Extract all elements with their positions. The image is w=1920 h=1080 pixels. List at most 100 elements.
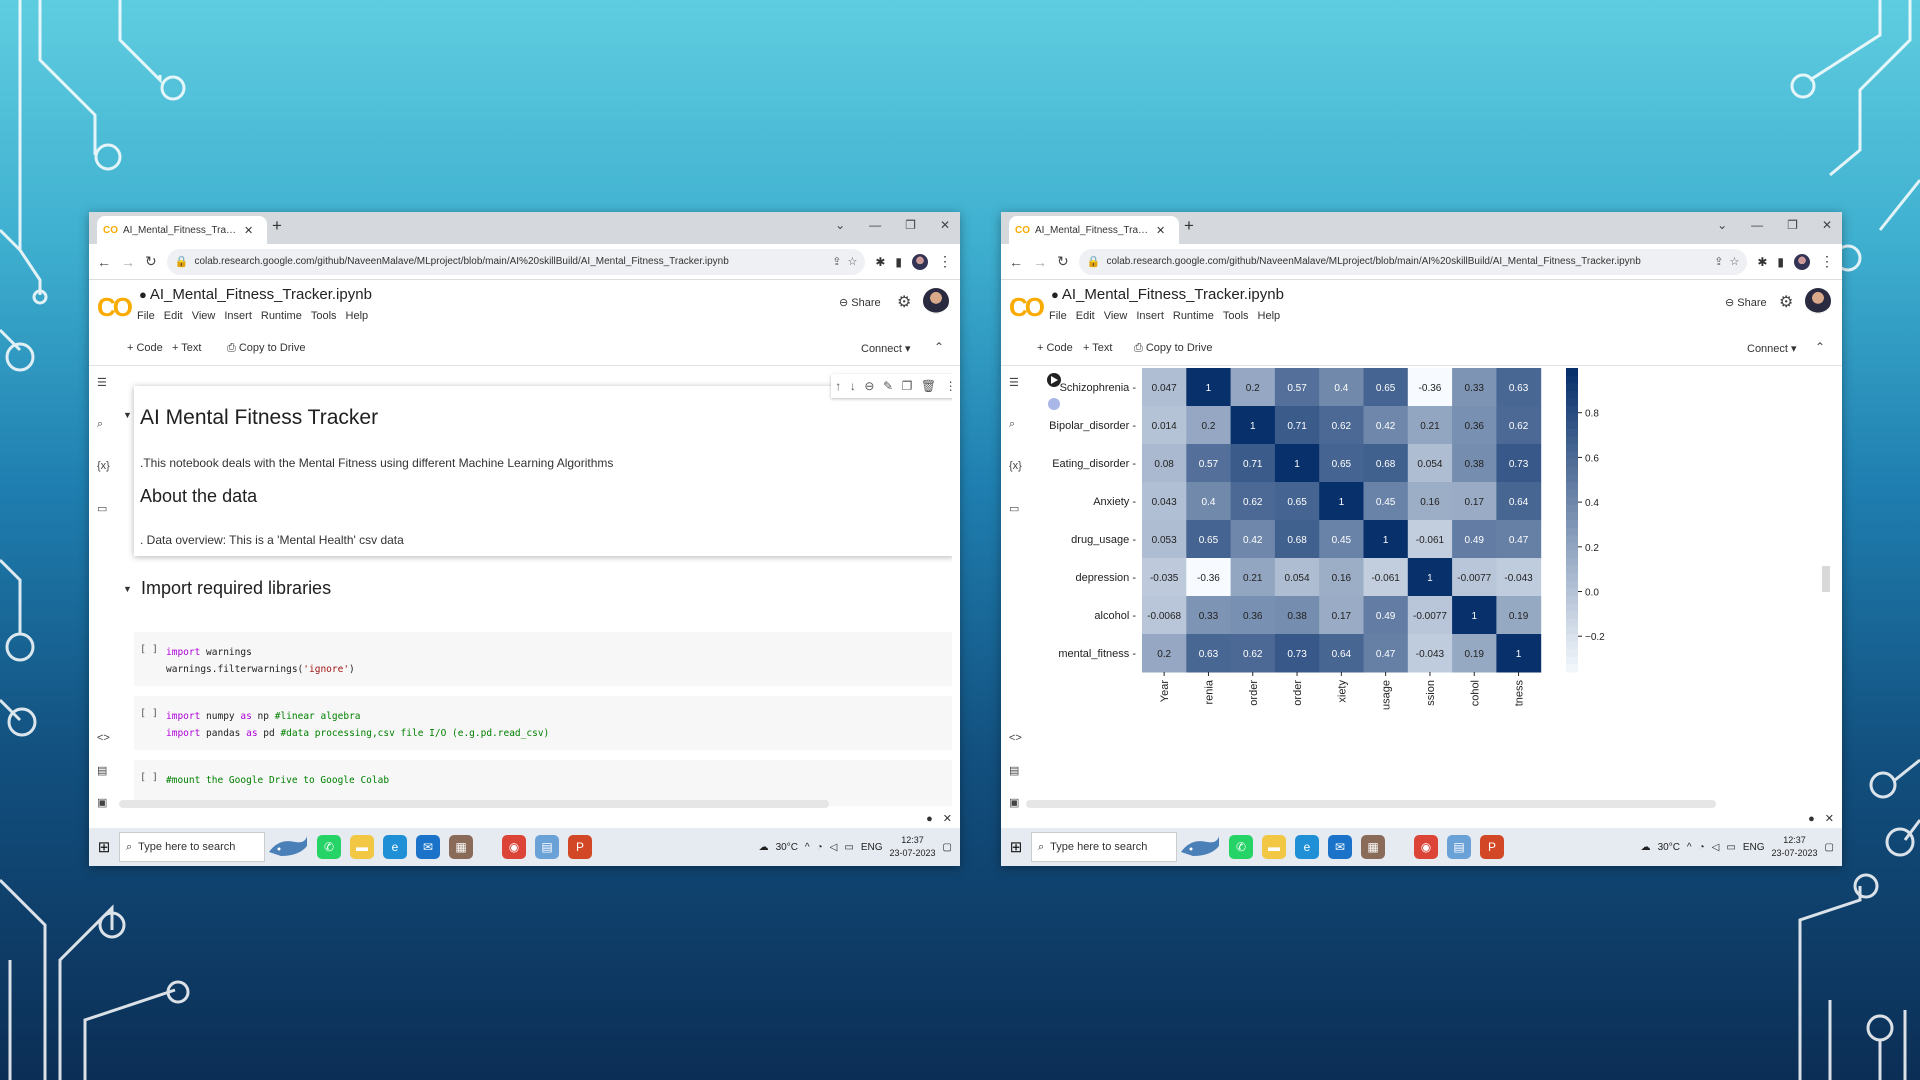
wifi-icon[interactable]: ◔ [1699, 842, 1705, 853]
horizontal-scrollbar[interactable] [119, 800, 829, 808]
search-highlight-whale-icon[interactable] [1177, 832, 1221, 862]
weather-icon[interactable]: ☁ [759, 842, 769, 853]
add-code-button[interactable]: + Code [127, 342, 163, 354]
url-field[interactable]: 🔒 colab.research.google.com/github/Navee… [1078, 248, 1748, 275]
notepad-icon[interactable]: ▤ [1447, 835, 1471, 859]
terminal-icon[interactable]: ▣ [97, 796, 107, 809]
notifications-icon[interactable]: ▢ [1825, 842, 1834, 853]
menu-view[interactable]: View [192, 310, 216, 322]
connect-button[interactable]: Connect ▾ [1747, 342, 1797, 355]
edge-icon[interactable]: e [383, 835, 407, 859]
share-page-icon[interactable]: ⇪ [832, 255, 841, 268]
notebook-title[interactable]: ● AI_Mental_Fitness_Tracker.ipynb [139, 286, 372, 303]
cell-more-icon[interactable]: ⋮ [945, 379, 952, 393]
new-tab-icon[interactable]: + [272, 216, 282, 236]
files-folder-icon[interactable]: ▭ [97, 502, 107, 515]
close-status-icon[interactable]: ✕ [1825, 813, 1834, 825]
collapse-header-icon[interactable]: ⌃ [1815, 340, 1825, 354]
code-cell-2[interactable]: [ ] import numpy as np #linear algebra im… [134, 696, 952, 750]
tray-chevron-icon[interactable]: ^ [805, 842, 810, 853]
restore-icon[interactable]: ❐ [905, 218, 916, 232]
command-palette-icon[interactable]: ▤ [1009, 764, 1019, 777]
keyboard-icon[interactable]: ▭ [1726, 842, 1735, 853]
extensions-icon[interactable]: ✱ [1757, 255, 1767, 269]
whatsapp-icon[interactable]: ✆ [1229, 835, 1253, 859]
profile-avatar[interactable] [1794, 253, 1810, 270]
keyboard-icon[interactable]: ▭ [844, 842, 853, 853]
run-cell-button[interactable]: [ ] [140, 708, 158, 719]
whatsapp-icon[interactable]: ✆ [317, 835, 341, 859]
browser-menu-icon[interactable]: ⋮ [938, 253, 952, 270]
collapse-header-icon[interactable]: ⌃ [934, 340, 944, 354]
menu-runtime[interactable]: Runtime [261, 310, 302, 322]
menu-runtime[interactable]: Runtime [1173, 310, 1214, 322]
mail-icon[interactable]: ✉ [1328, 835, 1352, 859]
share-button[interactable]: ⊖ Share [839, 296, 881, 309]
menu-help[interactable]: Help [1258, 310, 1281, 322]
windows-start-icon[interactable]: ⊞ [89, 838, 119, 856]
colab-logo[interactable]: CO [1009, 292, 1045, 323]
add-text-button[interactable]: + Text [172, 342, 201, 354]
clock[interactable]: 12:37 23-07-2023 [1772, 834, 1818, 860]
copy-to-drive-button[interactable]: ⎙ Copy to Drive [1134, 342, 1213, 355]
sidepanel-icon[interactable]: ▮ [895, 255, 902, 269]
link-icon[interactable]: ⊖ [864, 379, 874, 393]
run-cell-button[interactable]: [ ] [140, 644, 158, 655]
menu-file[interactable]: File [137, 310, 155, 322]
move-down-icon[interactable]: ↓ [850, 379, 856, 393]
account-avatar[interactable] [1805, 288, 1831, 314]
menu-tools[interactable]: Tools [311, 310, 337, 322]
add-code-button[interactable]: + Code [1037, 342, 1073, 354]
collapse-section-icon[interactable]: ▼ [123, 410, 132, 420]
photos-app-icon[interactable]: ▦ [1361, 835, 1385, 859]
browser-menu-icon[interactable]: ⋮ [1820, 253, 1834, 270]
settings-gear-icon[interactable]: ⚙ [1779, 292, 1793, 312]
toc-icon[interactable]: ☰ [1009, 376, 1019, 389]
forward-icon[interactable]: → [121, 254, 135, 270]
output-scrollbar[interactable] [1822, 566, 1830, 592]
minimize-icon[interactable]: — [869, 218, 881, 232]
url-field[interactable]: 🔒 colab.research.google.com/github/Navee… [166, 248, 866, 275]
share-page-icon[interactable]: ⇪ [1714, 255, 1723, 268]
code-editor[interactable]: #mount the Google Drive to Google Colab [166, 772, 389, 789]
search-highlight-whale-icon[interactable] [265, 832, 309, 862]
restore-icon[interactable]: ❐ [1787, 218, 1798, 232]
variables-icon[interactable]: {x} [97, 460, 110, 472]
delete-trash-icon[interactable]: 🗑 [921, 379, 936, 393]
clock[interactable]: 12:37 23-07-2023 [890, 834, 936, 860]
browser-tab[interactable]: CO AI_Mental_Fitness_Tracker.ipynb ✕ [1009, 216, 1179, 244]
code-editor[interactable]: import warnings warnings.filterwarnings('… [166, 644, 355, 678]
new-tab-icon[interactable]: + [1184, 216, 1194, 236]
close-window-icon[interactable]: ✕ [940, 218, 950, 232]
toc-icon[interactable]: ☰ [97, 376, 107, 389]
lock-icon[interactable]: 🔒 [175, 255, 189, 268]
tab-close-icon[interactable]: ✕ [244, 224, 253, 237]
run-cell-button[interactable]: [ ] [140, 772, 158, 783]
browser-tab[interactable]: CO AI_Mental_Fitness_Tracker.ipynb ✕ [97, 216, 267, 244]
extensions-icon[interactable]: ✱ [875, 255, 885, 269]
menu-edit[interactable]: Edit [164, 310, 183, 322]
tab-close-icon[interactable]: ✕ [1156, 224, 1165, 237]
settings-gear-icon[interactable]: ⚙ [897, 292, 911, 312]
taskbar-search[interactable]: ⌕ Type here to search [1031, 832, 1177, 862]
windows-start-icon[interactable]: ⊞ [1001, 838, 1031, 856]
weather-temp[interactable]: 30°C [1658, 842, 1680, 853]
back-icon[interactable]: ← [1009, 254, 1023, 270]
forward-icon[interactable]: → [1033, 254, 1047, 270]
tray-chevron-icon[interactable]: ^ [1687, 842, 1692, 853]
notebook-title[interactable]: ● AI_Mental_Fitness_Tracker.ipynb [1051, 286, 1284, 303]
command-palette-icon[interactable]: ▤ [97, 764, 107, 777]
chrome-icon[interactable]: ◉ [502, 835, 526, 859]
file-explorer-icon[interactable]: ▬ [350, 835, 374, 859]
edit-pencil-icon[interactable]: ✎ [883, 379, 893, 393]
code-snippets-icon[interactable]: <> [1009, 732, 1022, 744]
reload-icon[interactable]: ↻ [145, 253, 157, 270]
copy-to-drive-button[interactable]: ⎙ Copy to Drive [227, 342, 306, 355]
horizontal-scrollbar[interactable] [1026, 800, 1716, 808]
menu-help[interactable]: Help [346, 310, 369, 322]
file-explorer-icon[interactable]: ▬ [1262, 835, 1286, 859]
mirror-cell-icon[interactable]: ❐ [902, 379, 913, 393]
lock-icon[interactable]: 🔒 [1087, 255, 1101, 268]
volume-icon[interactable]: ◁ [1712, 842, 1720, 853]
code-snippets-icon[interactable]: <> [97, 732, 110, 744]
